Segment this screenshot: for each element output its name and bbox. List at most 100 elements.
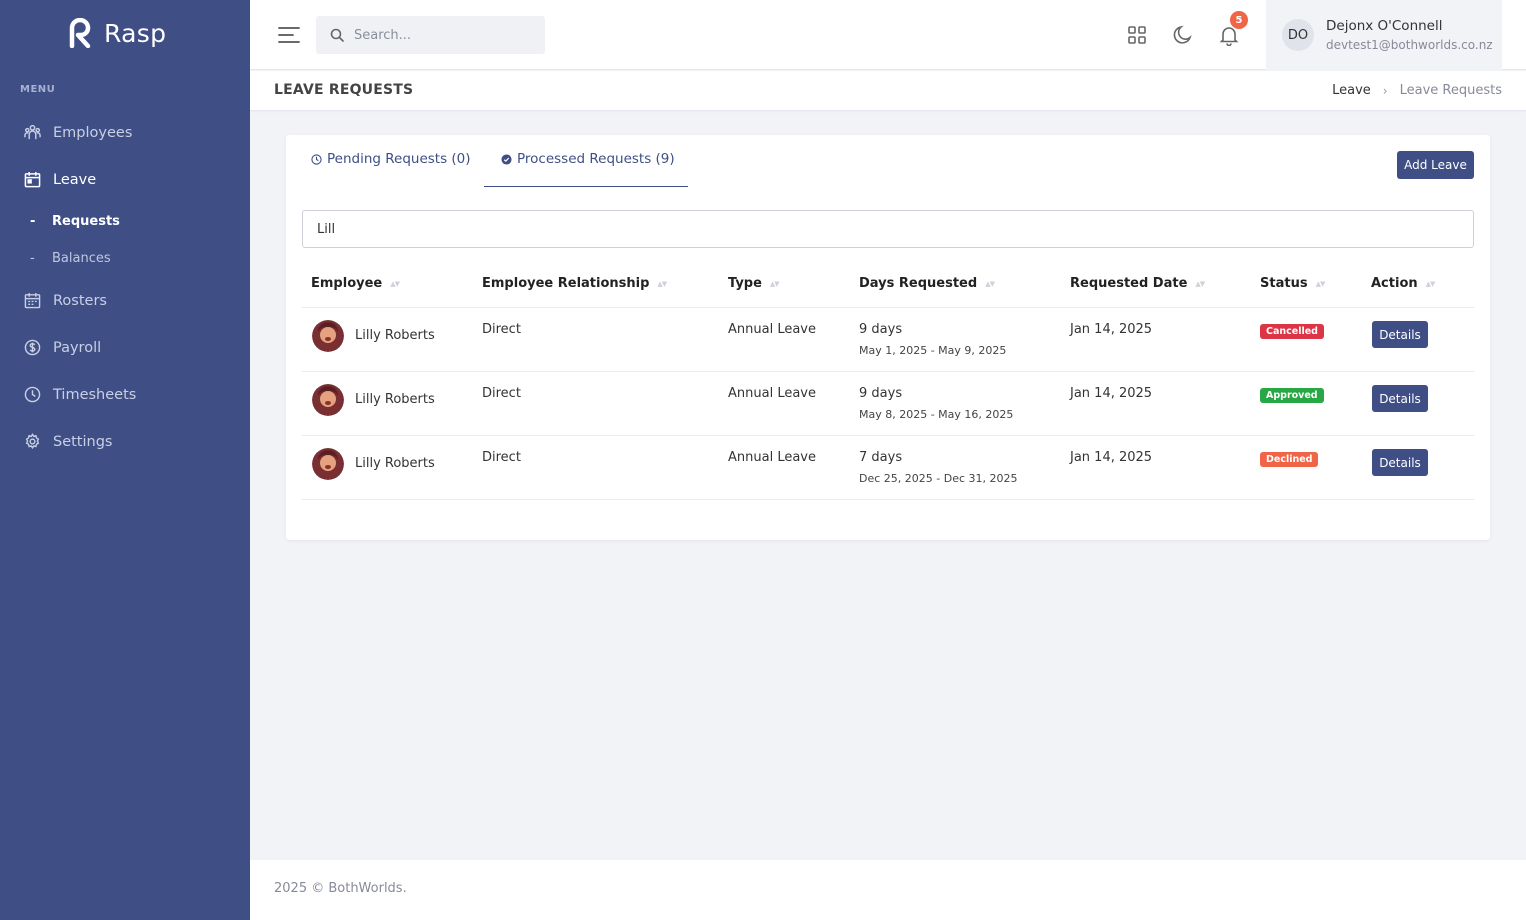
sidebar-item-label: Rosters	[53, 292, 107, 309]
employee-avatar	[312, 320, 344, 352]
employee-avatar	[312, 448, 344, 480]
clock-icon	[311, 153, 322, 165]
tab-label: Processed Requests (9)	[517, 151, 675, 167]
status-badge: Approved	[1260, 388, 1324, 403]
dash-icon: -	[30, 214, 36, 229]
sidebar-item-employees[interactable]: Employees	[24, 124, 132, 141]
days-cell: 9 days	[859, 322, 903, 337]
users-icon	[24, 124, 41, 140]
column-label: Employee Relationship	[482, 276, 650, 291]
column-header-action[interactable]: Action ▲▼	[1371, 276, 1436, 291]
moon-icon[interactable]	[1172, 24, 1194, 46]
details-button[interactable]: Details	[1372, 321, 1428, 348]
column-header-relationship[interactable]: Employee Relationship ▲▼	[482, 276, 667, 291]
tab-pending-requests[interactable]: Pending Requests (0)	[311, 151, 471, 167]
user-name: Dejonx O'Connell	[1326, 18, 1443, 34]
chevron-right-icon: ›	[1382, 83, 1388, 98]
relationship-cell: Direct	[482, 322, 521, 337]
filter-input[interactable]	[302, 210, 1474, 248]
column-label: Status	[1260, 276, 1308, 291]
table-row: Lilly Roberts Direct Annual Leave 7 days…	[302, 436, 1474, 500]
sort-icon: ▲▼	[1425, 279, 1436, 288]
sort-icon: ▲▼	[1195, 279, 1205, 288]
user-profile[interactable]: DO Dejonx O'Connell devtest1@bothworlds.…	[1266, 0, 1502, 70]
relationship-cell: Direct	[482, 450, 521, 465]
column-header-status[interactable]: Status ▲▼	[1260, 276, 1325, 291]
sidebar-item-leave[interactable]: Leave	[24, 171, 96, 188]
footer-copyright: 2025 © BothWorlds.	[274, 881, 407, 896]
days-cell: 7 days	[859, 450, 903, 465]
table-row: Lilly Roberts Direct Annual Leave 9 days…	[302, 372, 1474, 436]
column-header-requested-date[interactable]: Requested Date ▲▼	[1070, 276, 1205, 291]
dash-icon: -	[30, 251, 35, 266]
leave-requests-card: Pending Requests (0) Processed Requests …	[286, 135, 1490, 540]
requested-date-cell: Jan 14, 2025	[1070, 386, 1153, 401]
sidebar-item-payroll[interactable]: Payroll	[24, 339, 101, 356]
check-circle-icon	[501, 153, 512, 165]
requested-date-cell: Jan 14, 2025	[1070, 322, 1153, 337]
type-cell: Annual Leave	[728, 322, 816, 337]
sidebar-item-timesheets[interactable]: Timesheets	[24, 386, 136, 403]
avatar: DO	[1282, 19, 1314, 51]
sidebar-item-label: Leave	[53, 171, 97, 188]
user-email: devtest1@bothworlds.co.nz	[1326, 38, 1493, 52]
notification-badge: 5	[1230, 11, 1248, 29]
breadcrumb-current: Leave Requests	[1399, 83, 1502, 98]
employee-avatar	[312, 384, 344, 416]
top-header: 5 DO Dejonx O'Connell devtest1@bothworld…	[250, 0, 1526, 70]
page-title-bar: LEAVE REQUESTS Leave › Leave Requests	[250, 71, 1526, 111]
column-header-employee[interactable]: Employee ▲▼	[311, 276, 400, 291]
details-button[interactable]: Details	[1372, 385, 1428, 412]
relationship-cell: Direct	[482, 386, 521, 401]
sort-icon: ▲▼	[985, 279, 995, 288]
sidebar-subitem-label: Requests	[52, 214, 120, 229]
calendar-icon	[24, 171, 41, 188]
sidebar-item-label: Payroll	[53, 339, 102, 356]
type-cell: Annual Leave	[728, 450, 816, 465]
date-range-cell: Dec 25, 2025 - Dec 31, 2025	[859, 472, 1018, 485]
sidebar-subitem-label: Balances	[52, 251, 111, 266]
breadcrumb: Leave › Leave Requests	[1332, 83, 1502, 98]
column-label: Action	[1371, 276, 1418, 291]
brand-logo[interactable]: Rasp	[68, 18, 166, 48]
sort-icon: ▲▼	[657, 279, 667, 288]
sidebar: Rasp MENU Employees Leave - Requests - B…	[0, 0, 250, 920]
search-box[interactable]	[316, 16, 545, 54]
tab-label: Pending Requests (0)	[327, 151, 471, 167]
sidebar-item-label: Settings	[53, 433, 113, 450]
details-button[interactable]: Details	[1372, 449, 1428, 476]
breadcrumb-leave[interactable]: Leave	[1332, 83, 1371, 98]
requested-date-cell: Jan 14, 2025	[1070, 450, 1153, 465]
apps-grid-icon[interactable]	[1126, 24, 1148, 46]
column-header-days-requested[interactable]: Days Requested ▲▼	[859, 276, 995, 291]
date-range-cell: May 8, 2025 - May 16, 2025	[859, 408, 1014, 421]
search-input[interactable]	[354, 27, 524, 43]
employee-name[interactable]: Lilly Roberts	[355, 392, 435, 407]
footer: 2025 © BothWorlds.	[250, 860, 1526, 920]
hamburger-menu-icon[interactable]	[278, 26, 300, 44]
add-leave-button[interactable]: Add Leave	[1397, 151, 1474, 179]
column-label: Requested Date	[1070, 276, 1188, 291]
sidebar-item-settings[interactable]: Settings	[24, 433, 112, 450]
menu-title: MENU	[20, 84, 56, 95]
tab-processed-requests[interactable]: Processed Requests (9)	[501, 151, 675, 167]
sidebar-subitem-requests[interactable]: - Requests	[30, 214, 120, 229]
employee-name[interactable]: Lilly Roberts	[355, 456, 435, 471]
column-header-type[interactable]: Type ▲▼	[728, 276, 780, 291]
sort-icon: ▲▼	[769, 279, 780, 288]
column-label: Employee	[311, 276, 383, 291]
brand-name: Rasp	[104, 18, 167, 48]
status-badge: Declined	[1260, 452, 1319, 467]
calendar-icon	[24, 292, 41, 309]
gear-icon	[25, 433, 40, 450]
search-icon	[330, 28, 344, 42]
employee-name[interactable]: Lilly Roberts	[355, 328, 435, 343]
clock-icon	[24, 386, 41, 403]
sidebar-subitem-balances[interactable]: - Balances	[30, 251, 111, 266]
divider	[302, 499, 1474, 500]
dollar-icon	[24, 339, 41, 356]
sidebar-item-label: Timesheets	[53, 386, 137, 403]
status-badge: Cancelled	[1260, 324, 1324, 339]
column-label: Type	[728, 276, 762, 291]
sidebar-item-rosters[interactable]: Rosters	[24, 292, 107, 309]
